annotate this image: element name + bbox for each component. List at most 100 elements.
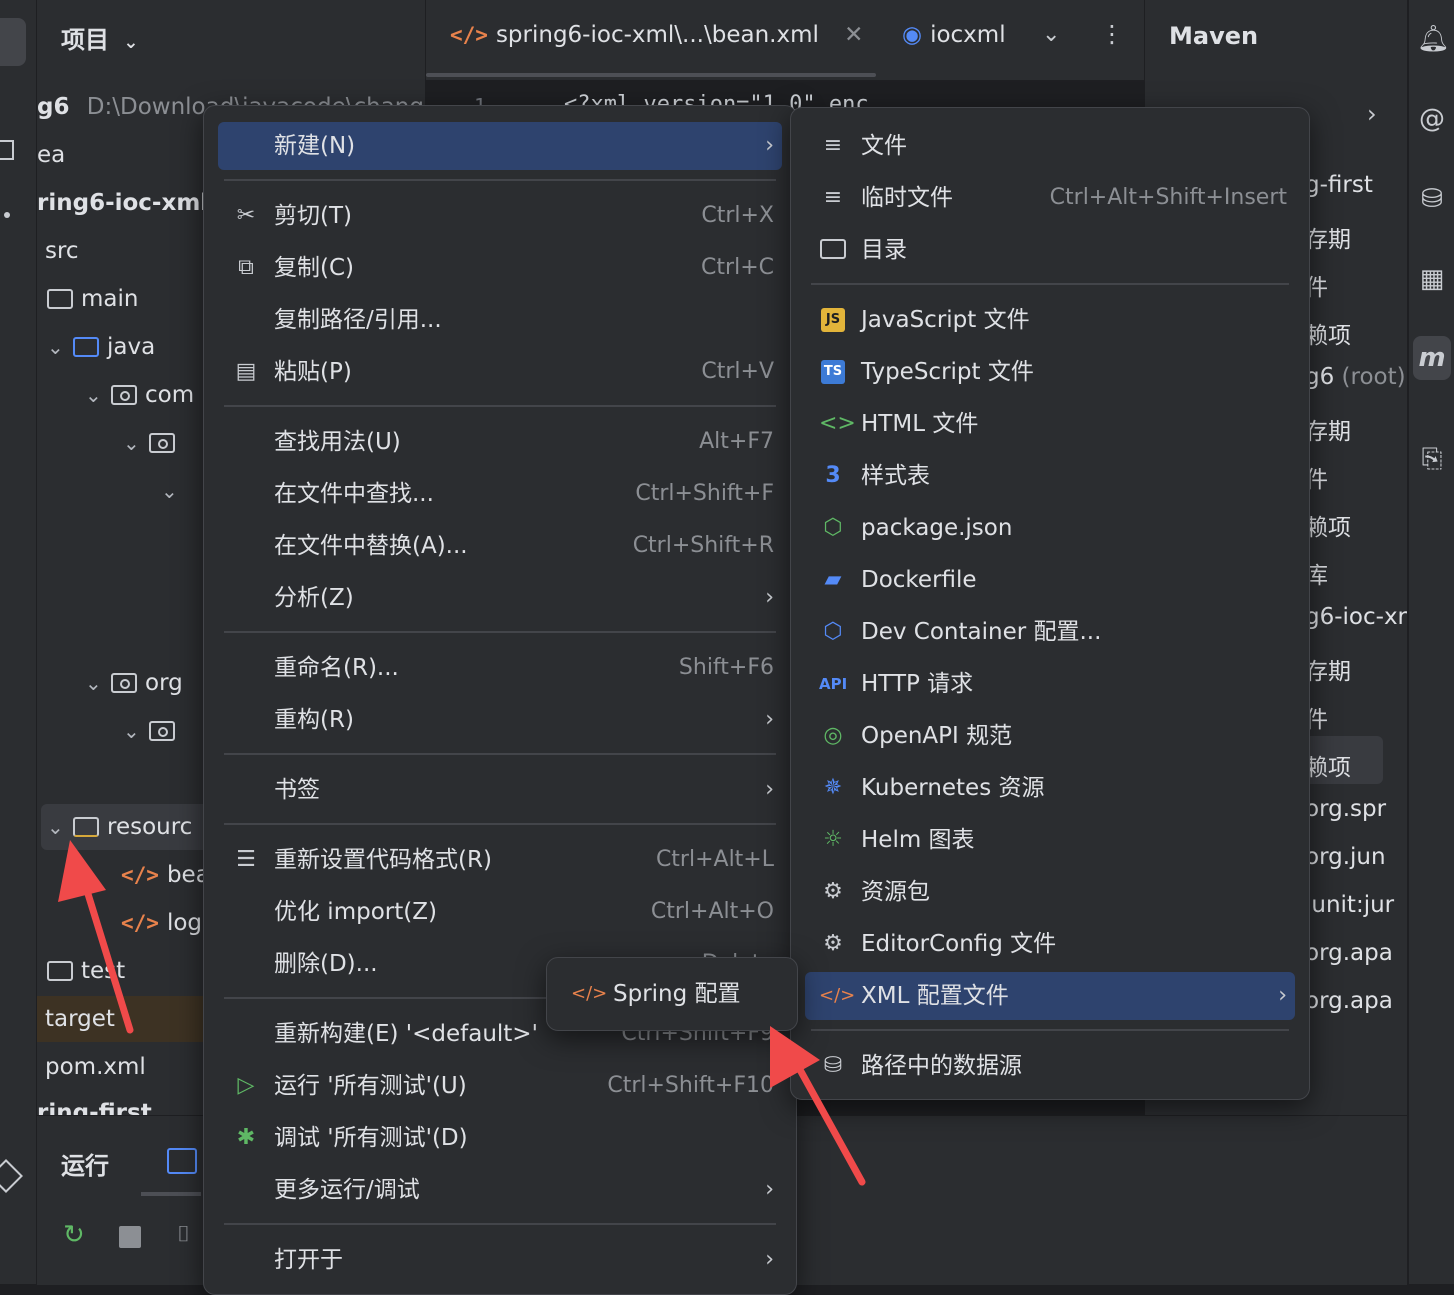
chevron-down-icon[interactable]: ⌄ <box>123 420 149 466</box>
menu-label: Kubernetes 资源 <box>861 775 1045 801</box>
menu-item-find-in-files[interactable]: 在文件中查找... Ctrl+Shift+F <box>218 470 782 518</box>
menu-item-devcontainer[interactable]: ⬡ Dev Container 配置... <box>805 608 1295 656</box>
tree-row-main[interactable]: main <box>47 276 138 322</box>
tree-row-org-package[interactable]: ⌄ <box>123 708 183 754</box>
translate-icon[interactable]: ⎘ <box>1417 444 1447 474</box>
chevron-down-icon[interactable]: ⌄ <box>47 804 73 850</box>
rerun-icon[interactable]: ↻ <box>63 1220 85 1250</box>
maven-row[interactable]: org.apa <box>1305 940 1393 966</box>
menu-item-xml-config[interactable]: </> XML 配置文件 › <box>805 972 1295 1020</box>
tree-row-com[interactable]: ⌄ com <box>85 372 194 418</box>
menu-item-editorconfig[interactable]: ⚙ EditorConfig 文件 <box>805 920 1295 968</box>
chevron-down-icon[interactable]: ⌄ <box>123 708 149 754</box>
tab-iocxml[interactable]: ◉ iocxml <box>902 22 1006 48</box>
chevron-down-icon[interactable]: ⌄ <box>47 324 73 370</box>
maven-row[interactable]: g6-ioc-xr <box>1305 604 1407 630</box>
menu-item-reformat[interactable]: ☰ 重新设置代码格式(R) Ctrl+Alt+L <box>218 836 782 884</box>
tree-row-org[interactable]: ⌄ org <box>85 660 183 706</box>
maven-row-root[interactable]: g6 (root) <box>1305 364 1406 390</box>
menu-item-datasource[interactable]: ⛁ 路径中的数据源 <box>805 1042 1295 1090</box>
tree-row-idea[interactable]: ea <box>37 132 65 178</box>
menu-item-debug-tests[interactable]: ✱ 调试 '所有测试'(D) <box>218 1114 782 1162</box>
api-icon: API <box>819 675 848 693</box>
chevron-down-icon[interactable]: ⌄ <box>85 660 111 706</box>
menu-item-spring-config[interactable]: </> Spring 配置 <box>557 970 787 1018</box>
structure-tool-icon[interactable] <box>0 140 14 160</box>
notifications-icon[interactable]: 🔔︎ <box>1417 24 1450 54</box>
more-tools-icon[interactable] <box>4 212 10 218</box>
chevron-down-icon[interactable]: ⌄ <box>123 32 138 53</box>
maven-row[interactable]: 赖项 <box>1305 316 1351 350</box>
tree-row-pom[interactable]: pom.xml <box>45 1044 146 1090</box>
tree-row-src[interactable]: src <box>45 228 79 274</box>
menu-item-http-request[interactable]: API HTTP 请求 <box>805 660 1295 708</box>
maven-row[interactable]: 赖项 <box>1305 748 1351 782</box>
maven-row[interactable]: g-first <box>1305 172 1373 198</box>
menu-item-typescript[interactable]: TS TypeScript 文件 <box>805 348 1295 396</box>
console-tab-icon[interactable] <box>167 1148 197 1174</box>
menu-item-resource-bundle[interactable]: ⚙ 资源包 <box>805 868 1295 916</box>
menu-item-replace-in-files[interactable]: 在文件中替换(A)... Ctrl+Shift+R <box>218 522 782 570</box>
ai-assistant-icon[interactable]: @ <box>1417 104 1447 134</box>
menu-item-html[interactable]: <> HTML 文件 <box>805 400 1295 448</box>
menu-item-new[interactable]: 新建(N) › <box>218 122 782 170</box>
maven-row[interactable]: 赖项 <box>1305 508 1351 542</box>
menu-item-run-tests[interactable]: ▷ 运行 '所有测试'(U) Ctrl+Shift+F10 <box>218 1062 782 1110</box>
menu-item-openapi[interactable]: ◎ OpenAPI 规范 <box>805 712 1295 760</box>
menu-item-paste[interactable]: ▤ 粘贴(P) Ctrl+V <box>218 348 782 396</box>
menu-item-refactor[interactable]: 重构(R) › <box>218 696 782 744</box>
database-icon[interactable]: ⛁ <box>1417 184 1447 214</box>
menu-item-more-run[interactable]: 更多运行/调试 › <box>218 1166 782 1214</box>
tree-row-test[interactable]: test <box>47 948 125 994</box>
tree-row-java[interactable]: ⌄ java <box>47 324 155 370</box>
menu-label: 优化 import(Z) <box>274 899 437 925</box>
menu-item-helm[interactable]: ☼ Helm 图表 <box>805 816 1295 864</box>
chevron-down-icon[interactable]: ⌄ <box>161 468 187 514</box>
maven-row[interactable]: junit:jur <box>1305 892 1394 918</box>
tree-row-bean-xml[interactable]: </> bea <box>121 852 210 898</box>
binary-icon[interactable]: ▦ <box>1417 264 1447 294</box>
chevron-right-icon[interactable]: › <box>1367 100 1377 128</box>
menu-item-dockerfile[interactable]: ▰ Dockerfile <box>805 556 1295 604</box>
chevron-down-icon[interactable]: ⌄ <box>1042 22 1060 47</box>
tree-row-package[interactable]: ⌄ <box>123 420 183 466</box>
menu-item-stylesheet[interactable]: 3 样式表 <box>805 452 1295 500</box>
menu-item-package-json[interactable]: ⬡ package.json <box>805 504 1295 552</box>
menu-item-copy[interactable]: ⧉ 复制(C) Ctrl+C <box>218 244 782 292</box>
tree-row-target[interactable]: target <box>37 996 225 1042</box>
maven-row[interactable]: 存期 <box>1305 652 1351 686</box>
menu-item-cut[interactable]: ✂ 剪切(T) Ctrl+X <box>218 192 782 240</box>
tab-bean-xml[interactable]: </> spring6-ioc-xml\...\bean.xml ✕ <box>450 22 863 48</box>
tree-row-subpackage[interactable]: ⌄ <box>161 468 187 514</box>
menu-item-rename[interactable]: 重命名(R)... Shift+F6 <box>218 644 782 692</box>
maven-row[interactable]: org.spr <box>1305 796 1386 822</box>
menu-item-copy-path[interactable]: 复制路径/引用... <box>218 296 782 344</box>
menu-item-kubernetes[interactable]: ✵ Kubernetes 资源 <box>805 764 1295 812</box>
maven-row[interactable]: 存期 <box>1305 220 1351 254</box>
menu-item-find-usages[interactable]: 查找用法(U) Alt+F7 <box>218 418 782 466</box>
maven-row[interactable]: org.jun <box>1305 844 1386 870</box>
maven-row[interactable]: 存期 <box>1305 412 1351 446</box>
menu-item-file[interactable]: ≡ 文件 <box>805 122 1295 170</box>
tree-row-next-module[interactable]: ring-first <box>37 1090 152 1115</box>
close-icon[interactable]: ✕ <box>844 22 863 48</box>
tree-row-module[interactable]: ring6-ioc-xml <box>37 180 208 226</box>
chevron-down-icon[interactable]: ⌄ <box>85 372 111 418</box>
project-tool-icon[interactable] <box>0 18 26 66</box>
maven-tool-icon[interactable]: m <box>1413 336 1451 380</box>
project-panel-title[interactable]: 项目 ⌄ <box>61 20 138 55</box>
camera-icon[interactable]: ⌷ <box>177 1222 190 1247</box>
stop-icon[interactable] <box>119 1226 141 1248</box>
menu-item-scratch-file[interactable]: ≡ 临时文件 Ctrl+Alt+Shift+Insert <box>805 174 1295 222</box>
menu-item-open-in[interactable]: 打开于 › <box>218 1236 782 1284</box>
menu-label: 在文件中替换(A)... <box>274 533 468 559</box>
menu-item-directory[interactable]: 目录 <box>805 226 1295 274</box>
folder-icon <box>820 239 846 259</box>
services-tool-icon[interactable] <box>0 1159 23 1193</box>
menu-item-optimize-imports[interactable]: 优化 import(Z) Ctrl+Alt+O <box>218 888 782 936</box>
maven-row[interactable]: org.apa <box>1305 988 1393 1014</box>
menu-item-analyze[interactable]: 分析(Z) › <box>218 574 782 622</box>
menu-item-bookmarks[interactable]: 书签 › <box>218 766 782 814</box>
menu-item-javascript[interactable]: JS JavaScript 文件 <box>805 296 1295 344</box>
more-options-icon[interactable]: ⋮ <box>1100 20 1124 48</box>
